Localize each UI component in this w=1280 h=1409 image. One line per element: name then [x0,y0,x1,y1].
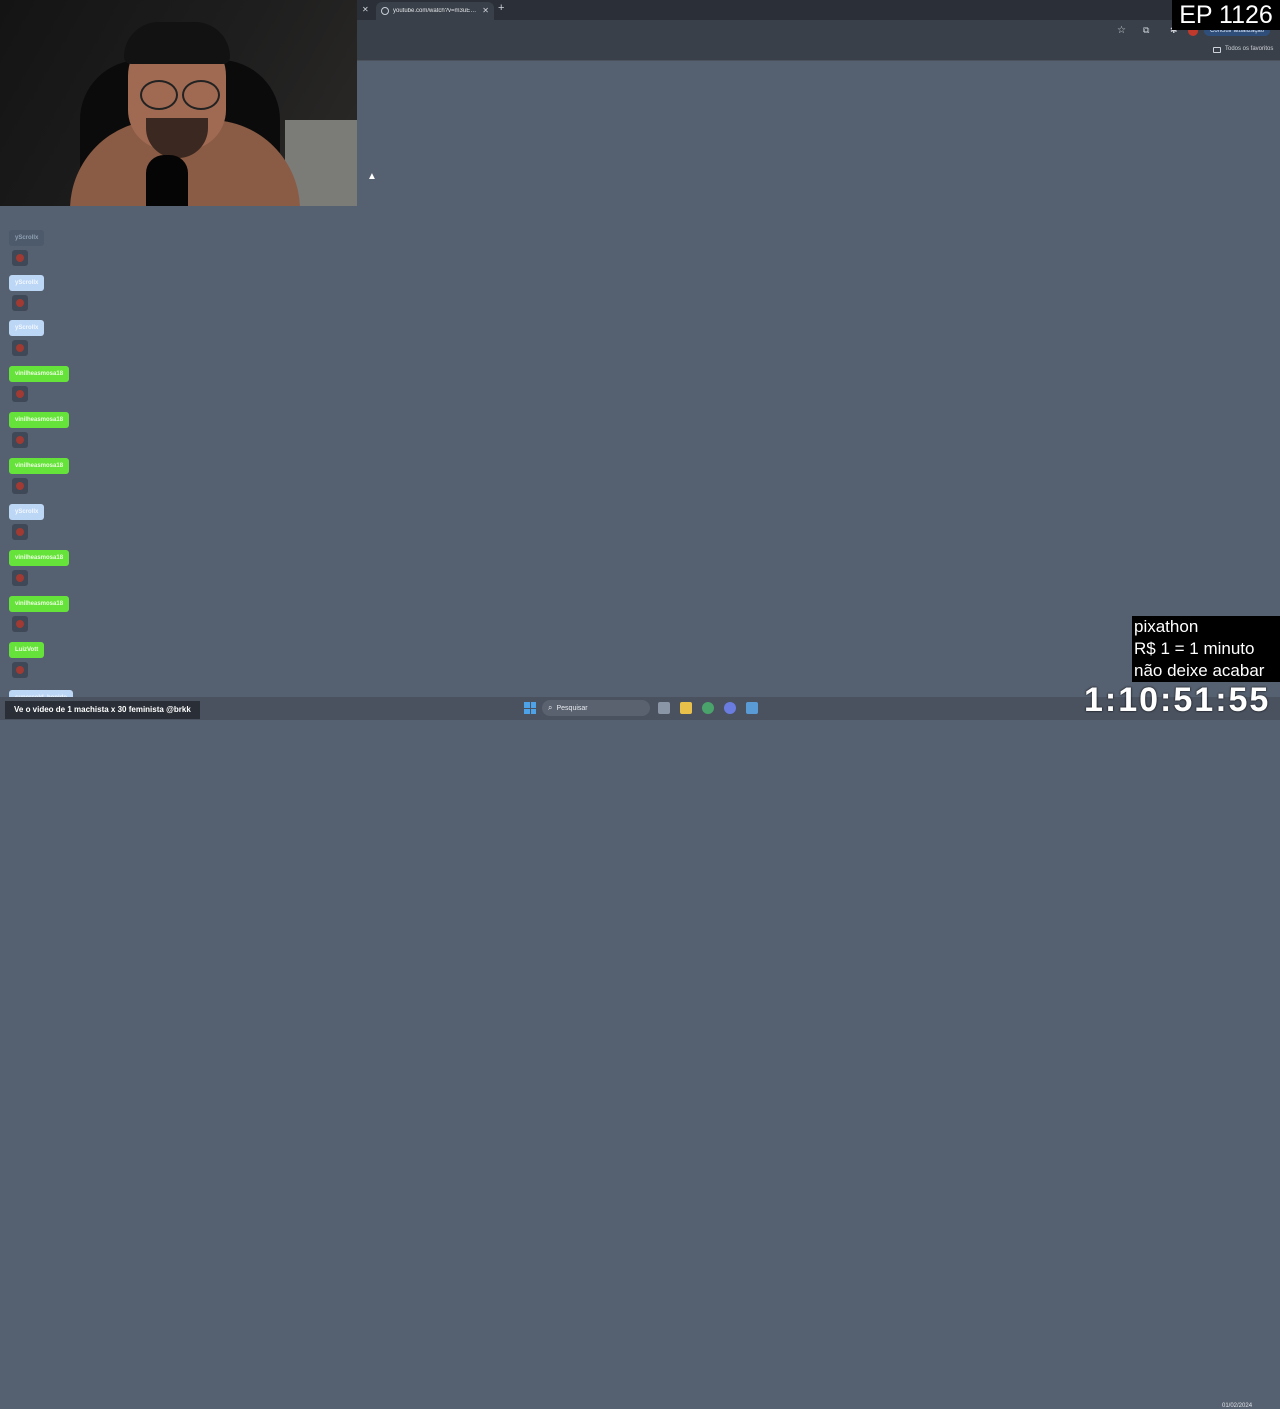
chat-message: vinilheasmosa18 [9,408,70,448]
chat-username: vinilheasmosa18 [9,412,70,428]
chat-username: vinilheasmosa18 [9,366,70,382]
chrome-icon[interactable] [702,702,714,714]
chat-username: yScrollx [9,275,45,291]
chat-username: vinilheasmosa18 [9,550,70,566]
pixathon-title: pixathon [1134,617,1199,636]
chat-emote-icon [12,524,28,540]
chat-message: yScrollx [9,226,45,266]
chat-emote-icon [12,570,28,586]
tab-close-icon[interactable]: ✕ [482,7,489,15]
chat-message: vinilheasmosa18 [9,592,70,632]
chat-username: vinilheasmosa18 [9,596,70,612]
task-view-icon[interactable] [658,702,670,714]
stream-caption: Ve o video de 1 machista x 30 feminista … [5,701,200,719]
chat-emote-icon [12,616,28,632]
taskbar-search-box[interactable]: ⌕ Pesquisar [542,700,650,716]
chat-emote-icon [12,386,28,402]
windows-start-icon[interactable] [524,702,536,714]
chat-username: yScrollx [9,320,45,336]
microphone [146,155,188,206]
discord-icon[interactable] [724,702,736,714]
pixathon-message: não deixe acabar [1134,661,1265,680]
chat-emote-icon [12,432,28,448]
chat-message: vinilheasmosa18 [9,362,70,402]
extension-icon[interactable]: ⧉ [1143,25,1149,36]
chat-username: vinilheasmosa18 [9,458,70,474]
search-placeholder: Pesquisar [556,704,588,712]
glasses [140,80,220,110]
chat-message: yScrollx [9,316,45,356]
chat-emote-icon [12,250,28,266]
tab-title: youtube.com/watch?v=m3uE… [393,8,477,14]
search-icon: ⌕ [548,703,553,712]
pixathon-rate: R$ 1 = 1 minuto [1134,639,1255,658]
file-explorer-icon[interactable] [680,702,692,714]
bookmark-star-icon[interactable]: ☆ [1117,25,1126,36]
chat-emote-icon [12,295,28,311]
folder-icon [1213,47,1221,53]
all-bookmarks-link[interactable]: Todos os favoritos [1225,46,1273,52]
episode-label: EP 1126 [1172,0,1280,30]
streamer-hair [124,22,230,64]
new-tab-plus-icon[interactable]: + [498,3,504,14]
chat-message: yScrollx [9,500,45,540]
pixathon-box: pixathon R$ 1 = 1 minuto não deixe acaba… [1132,616,1280,682]
chat-message: vinilheasmosa18 [9,546,70,586]
subathon-timer: 1:10:51:55 [1084,681,1271,719]
previous-tab-close-icon[interactable]: ✕ [362,5,369,14]
chat-username: yScrollx [9,230,45,246]
chat-message: yScrollx [9,271,45,311]
tab-youtube[interactable]: youtube.com/watch?v=m3uE… ✕ [376,2,494,20]
chat-emote-icon [12,478,28,494]
chat-username: yScrollx [9,504,45,520]
youtube-favicon-icon [381,7,389,15]
webcam-feed [0,0,357,206]
taskbar-clock: 01/02/2024 [1222,1403,1253,1409]
chat-message: LuizVott [9,638,45,678]
chat-emote-icon [12,662,28,678]
chat-username: LuizVott [9,642,45,658]
app-icon[interactable] [746,702,758,714]
mouse-cursor-icon: ▲ [367,171,377,182]
chat-emote-icon [12,340,28,356]
chat-message: vinilheasmosa18 [9,454,70,494]
